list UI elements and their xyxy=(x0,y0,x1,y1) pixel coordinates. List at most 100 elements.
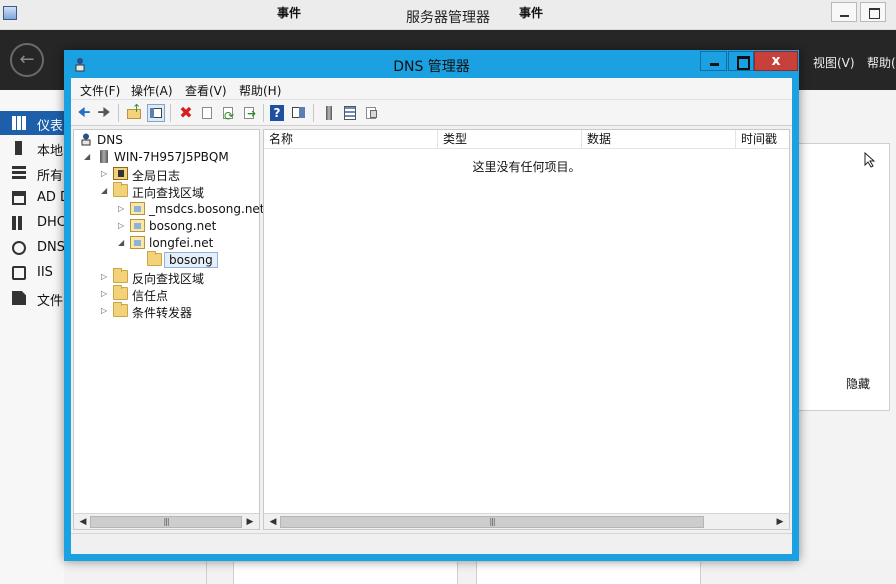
list-view-icon[interactable] xyxy=(341,104,359,122)
local-server-icon xyxy=(15,141,22,155)
up-folder-icon[interactable]: ↑ xyxy=(125,103,143,122)
dashboard-icon xyxy=(12,116,26,130)
dns-root-icon xyxy=(81,133,91,146)
all-servers-icon xyxy=(12,166,26,180)
scrollbar-thumb[interactable]: ||| xyxy=(280,516,704,528)
expanded-arrow-icon[interactable]: ◢ xyxy=(118,237,128,249)
ad-ds-icon xyxy=(12,191,26,205)
results-list: 名称 类型 数据 时间戳 这里没有任何项目。 ◀ ||| ▶ xyxy=(263,129,790,530)
events-tile xyxy=(233,562,458,584)
delete-icon[interactable]: ✖ xyxy=(177,104,195,122)
sidebar-item-label: 文件 xyxy=(37,294,64,309)
tree-node-label: _msdcs.bosong.net xyxy=(149,202,265,216)
dns-manager-title: DNS 管理器 xyxy=(393,59,470,75)
back-arrow-icon[interactable]: 🠈 xyxy=(75,104,93,122)
toolbar: 🠈 🠊 ↑ ✖ ⟳ ➜ ? xyxy=(71,99,792,126)
menu-view[interactable]: 查看(V) xyxy=(185,82,227,99)
collapsed-arrow-icon[interactable]: ▷ xyxy=(118,203,128,215)
mouse-cursor-icon xyxy=(864,152,876,168)
divider xyxy=(206,562,207,584)
dns-manager-titlebar[interactable]: DNS 管理器 x xyxy=(64,50,799,78)
tree-node-label: 信任点 xyxy=(132,289,169,303)
collapsed-arrow-icon[interactable]: ▷ xyxy=(101,288,111,300)
filter-view-icon[interactable] xyxy=(362,104,380,122)
sidebar-item-ad-ds[interactable]: AD D xyxy=(0,186,64,210)
events-label[interactable]: 事件 xyxy=(519,4,543,21)
sidebar-item-file-services[interactable]: 文件 xyxy=(0,286,64,310)
scroll-left-icon[interactable]: ◀ xyxy=(76,516,90,528)
sidebar-item-local-server[interactable]: 本地 xyxy=(0,136,64,160)
expanded-arrow-icon[interactable]: ◢ xyxy=(101,185,111,197)
show-console-tree-icon[interactable] xyxy=(147,104,165,122)
server-manager-maximize-button[interactable] xyxy=(860,2,886,22)
menu-bar: 文件(F) 操作(A) 查看(V) 帮助(H) xyxy=(71,78,792,99)
sidebar-item-label: IIS xyxy=(37,265,53,280)
menu-action[interactable]: 操作(A) xyxy=(131,82,173,99)
collapsed-arrow-icon[interactable]: ▷ xyxy=(101,271,111,283)
file-services-icon xyxy=(12,291,26,305)
column-header-name[interactable]: 名称 xyxy=(264,130,438,149)
tree-node-label: WIN-7H957J5PBQM xyxy=(114,150,229,164)
toolbar-separator xyxy=(170,104,171,122)
scroll-right-icon[interactable]: ▶ xyxy=(773,516,787,528)
back-arrow-icon[interactable]: ← xyxy=(10,43,44,77)
list-horizontal-scrollbar[interactable]: ◀ ||| ▶ xyxy=(264,513,789,529)
show-action-pane-icon[interactable] xyxy=(290,104,308,122)
collapsed-arrow-icon[interactable]: ▷ xyxy=(101,305,111,317)
sidebar-item-dashboard[interactable]: 仪表 xyxy=(0,111,64,135)
events-label[interactable]: 事件 xyxy=(277,4,301,21)
dns-role-icon xyxy=(12,241,26,255)
dhcp-icon xyxy=(12,216,26,230)
maximize-button[interactable] xyxy=(728,51,754,71)
scrollbar-thumb[interactable]: ||| xyxy=(90,516,242,528)
menu-help[interactable]: 帮助(H) xyxy=(239,82,281,99)
folder-icon xyxy=(147,251,162,266)
column-header-data[interactable]: 数据 xyxy=(582,130,736,149)
folder-icon xyxy=(113,182,128,197)
close-button[interactable]: x xyxy=(754,51,798,71)
zone-icon xyxy=(130,202,145,215)
sidebar-item-label: DNS xyxy=(37,240,64,255)
server-manager-menu-view[interactable]: 视图(V) xyxy=(813,54,855,71)
menu-file[interactable]: 文件(F) xyxy=(80,82,120,99)
tree-node-label: DNS xyxy=(97,133,123,147)
sidebar-item-dns[interactable]: DNS xyxy=(0,236,64,260)
scroll-left-icon[interactable]: ◀ xyxy=(266,516,280,528)
tree-node-label: bosong.net xyxy=(149,219,217,233)
hide-link[interactable]: 隐藏 xyxy=(846,375,870,392)
tree-node-label: 正向查找区域 xyxy=(132,186,205,200)
scroll-right-icon[interactable]: ▶ xyxy=(243,516,257,528)
iis-icon xyxy=(12,266,26,280)
tree-node-label: 条件转发器 xyxy=(132,306,193,320)
sidebar-item-label: DHC xyxy=(37,215,64,230)
tree-node-label: bosong xyxy=(164,252,218,268)
tree-horizontal-scrollbar[interactable]: ◀ ||| ▶ xyxy=(74,513,259,529)
expanded-arrow-icon[interactable]: ◢ xyxy=(84,151,94,163)
tree-node-label: 全局日志 xyxy=(132,169,181,183)
zone-icon xyxy=(130,236,145,249)
sidebar-item-all-servers[interactable]: 所有 xyxy=(0,161,64,185)
toolbar-separator xyxy=(118,104,119,122)
help-icon[interactable]: ? xyxy=(270,105,284,121)
export-list-icon[interactable]: ➜ xyxy=(240,104,258,122)
refresh-icon[interactable]: ⟳ xyxy=(219,104,237,123)
column-header-type[interactable]: 类型 xyxy=(438,130,582,149)
server-manager-titlebar: 服务器管理器 xyxy=(0,0,896,30)
column-header-timestamp[interactable]: 时间戳 xyxy=(736,130,789,149)
server-manager-menu-help[interactable]: 帮助(H) xyxy=(867,54,896,71)
folder-icon xyxy=(113,285,128,300)
sidebar-item-iis[interactable]: IIS xyxy=(0,261,64,285)
server-icon[interactable] xyxy=(320,104,338,122)
console-tree: DNS ◢ WIN-7H957J5PBQM ▷ 全局日志 ◢ 正向查找区域 ▷ … xyxy=(73,129,265,530)
forward-arrow-icon[interactable]: 🠊 xyxy=(95,104,113,122)
collapsed-arrow-icon[interactable]: ▷ xyxy=(101,168,111,180)
properties-icon[interactable] xyxy=(198,104,216,122)
collapsed-arrow-icon[interactable]: ▷ xyxy=(118,220,128,232)
minimize-button[interactable] xyxy=(700,51,727,71)
status-bar xyxy=(71,533,792,554)
server-manager-sidebar: 仪表 本地 所有 AD D DHC DNS IIS 文件 xyxy=(0,90,64,584)
tree-node-label: longfei.net xyxy=(149,236,214,250)
tree-node-label: 反向查找区域 xyxy=(132,272,205,286)
server-manager-minimize-button[interactable] xyxy=(831,2,857,22)
sidebar-item-dhcp[interactable]: DHC xyxy=(0,211,64,235)
